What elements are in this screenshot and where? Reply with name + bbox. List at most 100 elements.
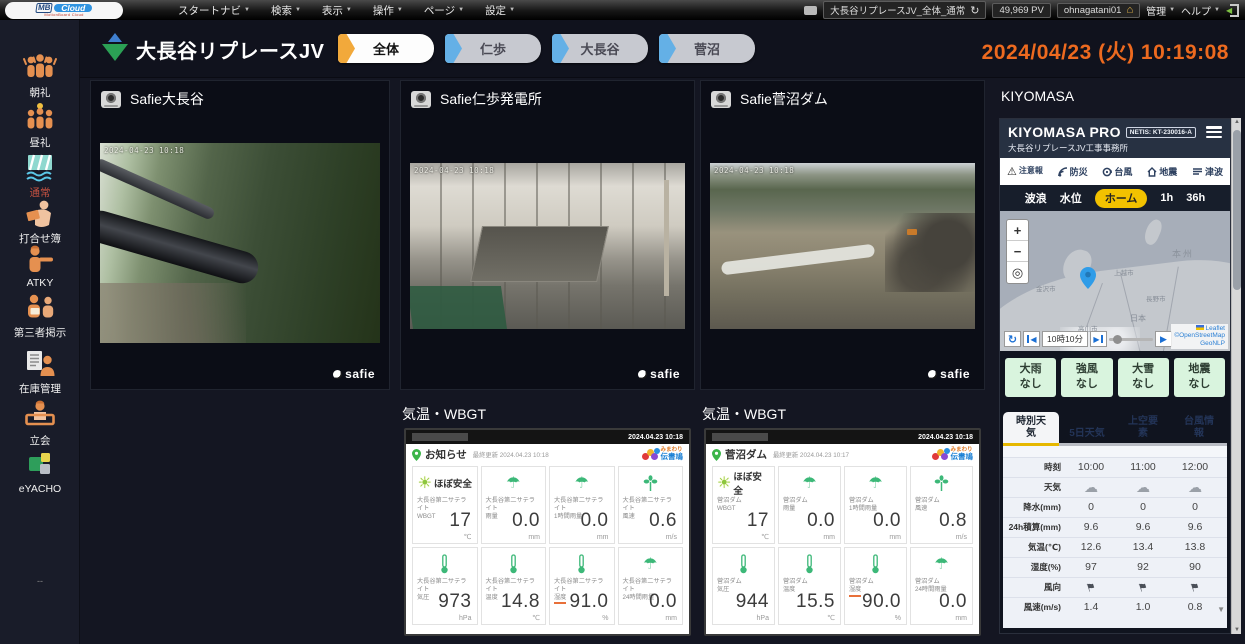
typhoon-icon — [1102, 167, 1112, 177]
sidebar-item-tsuujou[interactable]: 通常 — [0, 152, 80, 200]
tab-nibu[interactable]: 仁歩 — [445, 34, 541, 63]
map-label-honshu: 本州 — [1172, 247, 1194, 260]
camera-video-nibu[interactable]: 2024-04-23 10:18 — [410, 163, 685, 329]
sidebar-item-zaiko-kanri[interactable]: 在庫管理 — [0, 348, 80, 396]
map-marker-icon[interactable] — [1080, 267, 1096, 289]
locate-button[interactable]: ◎ — [1007, 262, 1028, 283]
map-time-label: 10時10分 — [1042, 331, 1088, 347]
mode-1h[interactable]: 1h — [1160, 192, 1173, 204]
tab-suganuma[interactable]: 菅沼 — [659, 34, 755, 63]
sidebar-item-uchiawasebo[interactable]: 打合せ簿 — [0, 198, 80, 246]
sidebar-item-daisansha-keiji[interactable]: 第三者掲示 — [0, 292, 80, 340]
menu-search[interactable]: 検索▼ — [271, 3, 301, 18]
map-playback-controls: ↻ ◀ 10時10分 ▶ ▶ — [1004, 331, 1172, 347]
menu-startnavi[interactable]: スタートナビ▼ — [178, 3, 250, 18]
tab-hourly-weather[interactable]: 時別天気 — [1003, 412, 1059, 446]
dashboard-root: MB Cloud MotionBoard Cloud スタートナビ▼ 検索▼ 表… — [0, 0, 1245, 644]
kiyomasa-office-name: 大長谷リプレースJV工事事務所 — [1008, 142, 1222, 154]
nav-taifuu[interactable]: 台風 — [1102, 165, 1132, 178]
widget-scrollbar[interactable]: ▲ ▼ — [1231, 118, 1241, 634]
scrollbar-thumb[interactable] — [1233, 130, 1241, 290]
play-button[interactable]: ▶ — [1155, 331, 1172, 347]
comment-bubble-icon[interactable] — [804, 6, 817, 15]
mode-harou[interactable]: 波浪 — [1025, 190, 1047, 206]
sensor-card-wind: 大長谷第二サテライト風速 0.6 m/s — [618, 466, 684, 544]
nav-jishin[interactable]: 地震 — [1147, 165, 1177, 178]
weather-panel-title: 気温・WBGT — [400, 402, 695, 430]
sensor-card-grid: ☀ほぼ安全 大長谷第二サテライトWBGT 17 ℃ ☂ 大長谷第二サテライト雨量… — [406, 463, 689, 631]
nav-bousai[interactable]: 防災 — [1058, 165, 1088, 178]
user-box[interactable]: ohnagatani01 ⌂ — [1057, 3, 1140, 18]
skip-forward-button[interactable]: ▶ — [1090, 331, 1107, 347]
tab-all[interactable]: 全体 — [338, 34, 434, 63]
house-icon — [1147, 167, 1157, 177]
tab-upper-air[interactable]: 上空要素 — [1115, 412, 1171, 446]
weather-panel-ohnagatani: 気温・WBGT 2024.04.23 10:18 お知らせ 最終更新 2024.… — [400, 402, 695, 638]
scroll-up-icon[interactable]: ▲ — [1232, 119, 1242, 125]
sidebar-item-chourei[interactable]: 朝礼 — [0, 52, 80, 100]
skip-back-button[interactable]: ◀ — [1023, 331, 1040, 347]
camera-video-suganuma[interactable]: 2024-04-23 10:18 — [710, 163, 975, 329]
nav-tsunami[interactable]: 津波 — [1192, 165, 1223, 178]
map-refresh-button[interactable]: ↻ — [1004, 331, 1021, 347]
sensor-card-wind: 菅沼ダム風速 0.8 m/s — [910, 466, 973, 544]
camera-header: Safie仁歩発電所 — [401, 81, 694, 117]
video-timestamp: 2024-04-23 10:18 — [414, 166, 494, 175]
safie-mark-icon — [638, 370, 647, 379]
safie-mark-icon — [333, 370, 342, 379]
username: ohnagatani01 — [1064, 5, 1122, 16]
camera-video-ohnagatani[interactable]: 2024-04-23 10:18 — [100, 143, 380, 343]
table-row-wind-speed: 風速(m/s) 1.4 1.0 0.8 0.7 0 — [1003, 597, 1227, 617]
zoom-out-button[interactable]: − — [1007, 241, 1028, 262]
map-label-kanazawa: 金沢市 — [1036, 283, 1056, 293]
location-pin-icon — [712, 449, 721, 461]
attr-leaflet[interactable]: Leaflet — [1205, 325, 1225, 332]
slider-thumb[interactable] — [1113, 335, 1122, 344]
camera-panel-suganuma-dam: Safie菅沼ダム 2024-04-23 10:18 safie — [700, 80, 985, 390]
thermometer-icon — [871, 554, 880, 574]
leaflet-map[interactable]: 本州 金沢市 上越市 長野市 高山市 日本 + − ◎ ↻ ◀ 10 — [1000, 211, 1230, 351]
zoom-in-button[interactable]: + — [1007, 220, 1028, 241]
menu-operate[interactable]: 操作▼ — [373, 3, 403, 18]
sidebar-footer: -- — [0, 576, 80, 586]
menu-page[interactable]: ページ▼ — [424, 3, 464, 18]
board-name-box[interactable]: 大長谷リプレースJV_全体_通常 ↻ — [823, 1, 986, 19]
menu-view[interactable]: 表示▼ — [322, 3, 352, 18]
logout-icon[interactable]: ◀ — [1226, 4, 1239, 17]
attr-osm[interactable]: ©OpenStreetMap — [1174, 332, 1225, 339]
umbrella-icon: ☂ — [802, 473, 816, 493]
table-scroll-arrow-icon[interactable]: ▼ — [1217, 605, 1225, 614]
pv-counter: 49,969 PV — [992, 3, 1050, 18]
menu-settings[interactable]: 設定▼ — [485, 3, 515, 18]
hamburger-menu-icon[interactable] — [1206, 126, 1222, 138]
nav-chuuihou[interactable]: ⚠注意報 — [1007, 165, 1043, 178]
help-menu[interactable]: ヘルプ▼ — [1181, 3, 1220, 18]
tab-ohnagatani[interactable]: 大長谷 — [552, 34, 648, 63]
alert-card-strong-wind[interactable]: 強風なし — [1061, 358, 1112, 397]
mode-suii[interactable]: 水位 — [1060, 190, 1082, 206]
alert-card-heavy-rain[interactable]: 大雨なし — [1005, 358, 1056, 397]
camera-scene — [100, 143, 380, 343]
admin-menu[interactable]: 管理▼ — [1146, 3, 1175, 18]
time-slider[interactable] — [1109, 331, 1153, 347]
mimawari-denshobato-logo: みまわり伝書鳩 — [642, 448, 684, 462]
refresh-icon[interactable]: ↻ — [970, 4, 979, 17]
sidebar-item-chuurei[interactable]: 昼礼 — [0, 102, 80, 150]
mode-36h[interactable]: 36h — [1186, 192, 1205, 204]
scroll-down-icon[interactable]: ▼ — [1232, 627, 1242, 633]
wind-flag-icon: ⚑ — [1188, 579, 1201, 594]
tab-typhoon-info[interactable]: 台風情報 — [1171, 412, 1227, 446]
alert-card-earthquake[interactable]: 地震なし — [1174, 358, 1225, 397]
board-diamond-icon — [102, 33, 128, 63]
sidebar-item-eyacho[interactable]: eYACHO — [0, 450, 80, 495]
motionboard-cloud-logo[interactable]: MB Cloud MotionBoard Cloud — [5, 2, 123, 19]
mode-home[interactable]: ホーム — [1095, 189, 1148, 208]
sensor-card-humidity: 菅沼ダム湿度 90.0 % — [844, 547, 907, 625]
view-tabs: 全体 仁歩 大長谷 菅沼 — [338, 34, 755, 63]
attr-geonlp[interactable]: GeoNLP — [1200, 340, 1225, 347]
sidebar-item-atky[interactable]: ATKY — [0, 244, 80, 289]
home-icon[interactable]: ⌂ — [1126, 5, 1133, 16]
camera-header: Safie菅沼ダム — [701, 81, 984, 117]
alert-card-heavy-snow[interactable]: 大雪なし — [1118, 358, 1169, 397]
sidebar-item-tachiai[interactable]: 立会 — [0, 400, 80, 448]
